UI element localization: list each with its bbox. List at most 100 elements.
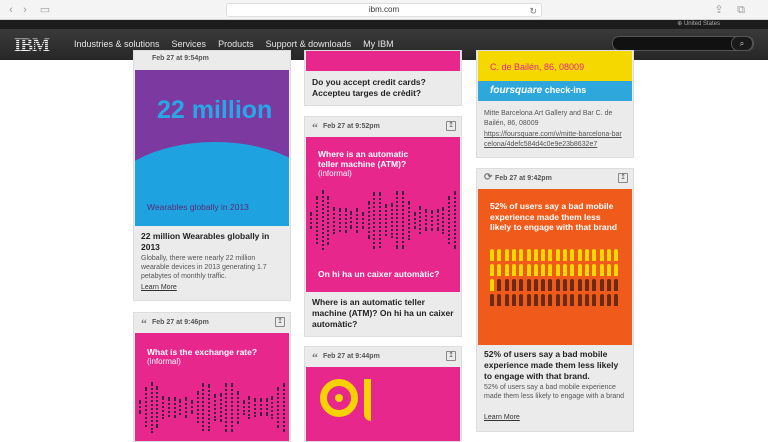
- foursquare-link[interactable]: https://foursquare.com/v/mitte-barcelona…: [484, 130, 625, 150]
- music-image[interactable]: [306, 367, 460, 441]
- person-icon: [526, 279, 531, 291]
- wave-bar: [236, 390, 239, 424]
- learn-more-link[interactable]: Learn More: [141, 284, 177, 291]
- wave-bar: [156, 386, 159, 428]
- share-icon[interactable]: ⇪: [712, 4, 726, 16]
- atm-image[interactable]: Where is an automatic teller machine (AT…: [306, 137, 460, 292]
- person-icon: [526, 294, 531, 306]
- retweet-icon: ⟳: [484, 172, 493, 183]
- person-icon: [533, 279, 538, 291]
- waveform: [139, 377, 285, 437]
- person-icon: [555, 249, 560, 261]
- person-icon: [541, 249, 546, 261]
- card-credit: Do you accept credit cards? Accepteu tar…: [304, 50, 462, 106]
- card-header: ⟳ Feb 27 at 9:42pm ↥: [477, 169, 633, 189]
- wave-bar: [453, 191, 456, 249]
- wave-bar: [384, 204, 387, 236]
- card-description: Globally, there were nearly 22 million w…: [141, 255, 267, 280]
- foursquare-banner[interactable]: foursquare check-ins: [478, 81, 632, 101]
- search-input[interactable]: ⌕: [612, 36, 754, 51]
- person-icon: [511, 294, 516, 306]
- share-icon[interactable]: ↥: [446, 121, 456, 131]
- card-date: Feb 27 at 9:52pm: [323, 123, 380, 130]
- person-icon: [555, 279, 560, 291]
- foursquare-logo: foursquare: [490, 85, 543, 96]
- person-icon: [519, 279, 524, 291]
- person-icon: [570, 249, 575, 261]
- person-icon: [606, 264, 611, 276]
- big-number: 22 million: [157, 96, 273, 124]
- person-icon: [497, 264, 502, 276]
- wave-bar: [379, 192, 381, 248]
- card-date: Feb 27 at 9:44pm: [323, 353, 380, 360]
- reload-icon[interactable]: ↻: [529, 5, 537, 17]
- card-title: 52% of users say a bad mobile experience…: [484, 349, 619, 381]
- card-date: Feb 27 at 9:46pm: [152, 319, 209, 326]
- wave-bar: [213, 393, 216, 421]
- image-question: Where is an automatic teller machine (AT…: [318, 149, 409, 169]
- search-icon[interactable]: ⌕: [731, 36, 753, 51]
- wave-bar: [402, 191, 404, 249]
- person-icon: [577, 294, 582, 306]
- wave-bar: [361, 211, 364, 229]
- people-grid: [490, 249, 622, 311]
- share-icon[interactable]: ↥: [618, 173, 628, 183]
- region-selector[interactable]: ⊕ United States: [677, 20, 720, 29]
- address-bar[interactable]: ibm.com ↻: [226, 3, 542, 17]
- person-icon: [541, 294, 546, 306]
- credit-image[interactable]: [306, 51, 460, 71]
- share-icon[interactable]: ↥: [275, 317, 285, 327]
- wave-bar: [356, 207, 358, 233]
- forward-icon[interactable]: ›: [18, 4, 32, 16]
- person-icon: [555, 294, 560, 306]
- tonearm-icon: [364, 379, 371, 421]
- region-bar: ⊕ United States: [0, 20, 768, 29]
- person-icon: [519, 294, 524, 306]
- person-icon: [570, 279, 575, 291]
- mobile-image[interactable]: 52% of users say a bad mobile experience…: [478, 189, 632, 345]
- card-title: 22 million Wearables globally in 2013: [141, 231, 270, 252]
- person-icon: [541, 279, 546, 291]
- tabs-icon[interactable]: ⧉: [734, 4, 748, 16]
- wave-bar: [310, 211, 312, 229]
- person-icon: [570, 264, 575, 276]
- wave-bar: [248, 395, 251, 419]
- person-icon: [577, 249, 582, 261]
- address-banner: C. de Bailén, 86, 08009: [478, 51, 632, 81]
- person-icon: [599, 294, 604, 306]
- card-wearables: Feb 27 at 9:54pm 22 million Wearables gl…: [133, 50, 291, 301]
- ibm-logo[interactable]: IBM: [14, 36, 56, 53]
- person-icon: [606, 249, 611, 261]
- wave-bar: [419, 206, 422, 234]
- sidebar-icon[interactable]: ▭: [38, 4, 52, 16]
- wave-bar: [219, 392, 222, 422]
- person-icon: [490, 249, 494, 261]
- wave-bar: [430, 209, 433, 231]
- back-icon[interactable]: ‹: [4, 4, 18, 16]
- person-icon: [548, 279, 553, 291]
- person-icon: [504, 294, 509, 306]
- card-description: Mitte Barcelona Art Gallery and Bar C. d…: [484, 110, 613, 127]
- browser-toolbar: ‹ › ▭ ibm.com ↻ ⇪ ⧉: [0, 0, 768, 20]
- card-title: Do you accept credit cards? Accepteu tar…: [312, 77, 426, 98]
- person-icon: [592, 249, 597, 261]
- wave-bar: [425, 209, 427, 231]
- card-title: Where is an automatic teller machine (AT…: [312, 297, 454, 329]
- person-icon: [563, 294, 567, 306]
- person-icon: [490, 279, 494, 291]
- person-icon: [592, 294, 597, 306]
- share-icon[interactable]: ↥: [446, 351, 456, 361]
- person-icon: [577, 264, 582, 276]
- wave-bar: [242, 399, 245, 415]
- image-informal: (informal): [147, 357, 181, 366]
- learn-more-link[interactable]: Learn More: [484, 414, 520, 421]
- wave-bar: [179, 399, 182, 415]
- person-icon: [614, 294, 619, 306]
- exchange-image[interactable]: What is the exchange rate? (informal): [135, 333, 289, 441]
- person-icon: [599, 279, 604, 291]
- person-icon: [504, 264, 509, 276]
- url-text: ibm.com: [368, 5, 400, 14]
- wearables-image[interactable]: 22 million Wearables globally in 2013: [135, 70, 289, 226]
- wave-bar: [202, 383, 205, 431]
- card-exchange: “ Feb 27 at 9:46pm ↥ What is the exchang…: [133, 312, 291, 442]
